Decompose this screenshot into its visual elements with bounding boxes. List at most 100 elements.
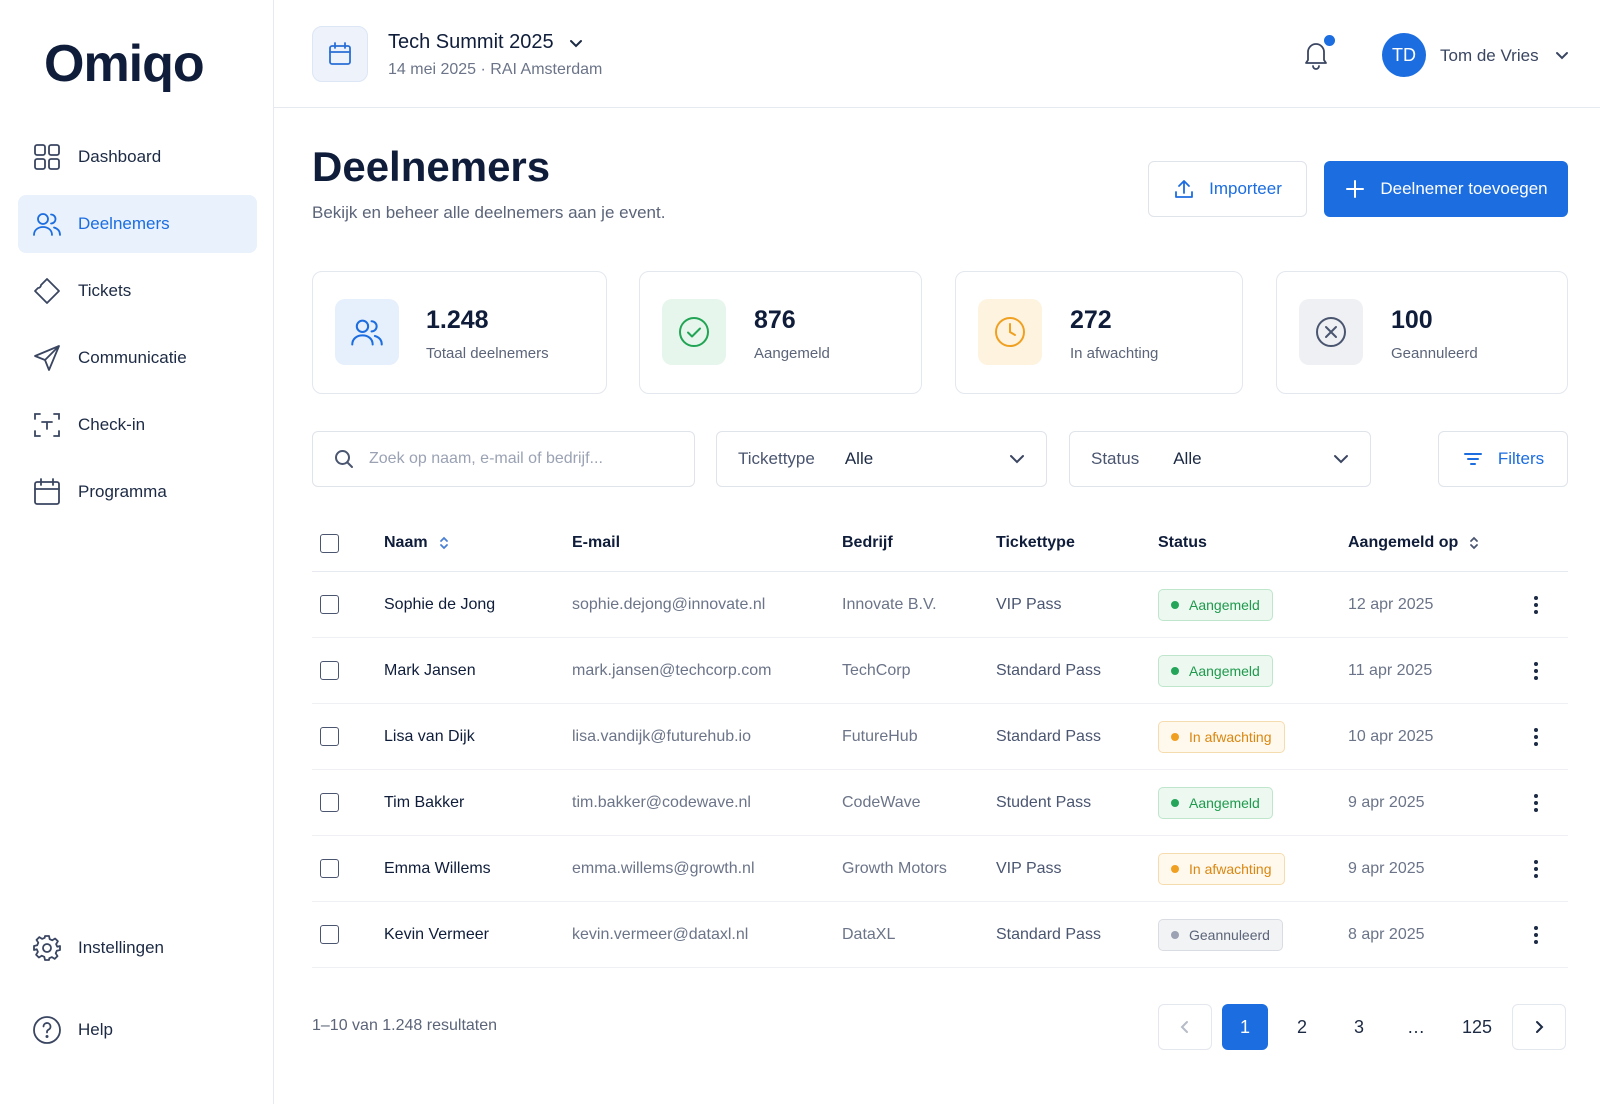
row-select-cell (320, 572, 339, 637)
send-icon (32, 343, 62, 373)
sidebar-item-dashboard[interactable]: Dashboard (18, 128, 257, 186)
filter-icon (1462, 448, 1484, 470)
ticket-type-value: Alle (844, 449, 874, 468)
sidebar-item-communicatie[interactable]: Communicatie (18, 329, 257, 387)
status-text: Aangemeld (1189, 596, 1260, 613)
row-email: sophie.dejong@innovate.nl (572, 595, 766, 613)
upload-icon (1173, 178, 1195, 200)
column-email: E-mail (572, 534, 621, 551)
stat-value: 876 (754, 306, 796, 334)
status-badge: Aangemeld (1158, 588, 1273, 621)
status-dot (1171, 732, 1179, 741)
stat-label: Aangemeld (754, 345, 830, 362)
search-input[interactable] (369, 450, 669, 468)
help-icon (32, 1015, 62, 1045)
row-date: 9 apr 2025 (1348, 793, 1425, 811)
filters-button[interactable]: Filters (1438, 431, 1568, 487)
pagination-page[interactable]: 3 (1339, 1004, 1379, 1050)
status-dot (1171, 666, 1179, 675)
calendar-icon (312, 26, 368, 82)
user-name[interactable]: Tom de Vries (1440, 46, 1539, 66)
row-name: Tim Bakker (384, 793, 465, 811)
ticket-type-select[interactable]: Tickettype Alle (716, 431, 1047, 487)
chevron-down-icon (568, 35, 584, 51)
row-email: mark.jansen@techcorp.com (572, 661, 772, 679)
sidebar: Omiqo Dashboard Deelnemers Tickets Commu… (0, 0, 274, 1104)
select-all-checkbox[interactable] (320, 533, 339, 553)
status-badge: Aangemeld (1158, 654, 1273, 687)
sidebar-item-check-in[interactable]: Check-in (18, 396, 257, 454)
pagination-page[interactable]: 2 (1282, 1004, 1322, 1050)
event-selector[interactable]: Tech Summit 2025 (388, 31, 584, 54)
more-options-icon[interactable] (1524, 638, 1548, 703)
sidebar-item-instellingen[interactable]: Instellingen (18, 919, 257, 977)
logo[interactable]: Omiqo (44, 34, 205, 94)
import-button[interactable]: Importeer (1148, 161, 1307, 217)
sidebar-item-tickets[interactable]: Tickets (18, 262, 257, 320)
table-row[interactable]: Tim Bakker tim.bakker@codewave.nl CodeWa… (312, 770, 1568, 836)
status-text: In afwachting (1189, 728, 1272, 745)
table-row[interactable]: Mark Jansen mark.jansen@techcorp.com Tec… (312, 638, 1568, 704)
status-badge: Aangemeld (1158, 786, 1273, 819)
chevron-down-icon[interactable] (1554, 47, 1570, 63)
table-row[interactable]: Sophie de Jong sophie.dejong@innovate.nl… (312, 572, 1568, 638)
page-subtitle: Bekijk en beheer alle deelnemers aan je … (312, 203, 666, 222)
row-email: emma.willems@growth.nl (572, 859, 755, 877)
row-email: tim.bakker@codewave.nl (572, 793, 751, 811)
sidebar-item-help[interactable]: Help (18, 1001, 257, 1059)
column-header: Aangemeld op (1348, 534, 1459, 551)
row-ticket: Student Pass (996, 793, 1092, 811)
sidebar-item-label: Help (78, 1020, 113, 1039)
clock-icon (978, 299, 1042, 365)
more-options-icon[interactable] (1524, 902, 1548, 967)
row-status: Aangemeld (1158, 638, 1273, 703)
event-subtitle: 14 mei 2025 · RAI Amsterdam (388, 61, 603, 78)
status-text: Geannuleerd (1189, 926, 1270, 943)
row-company: Growth Motors (842, 859, 947, 877)
import-label: Importeer (1209, 179, 1282, 198)
pagination-page[interactable]: 1 (1222, 1004, 1268, 1050)
avatar[interactable]: TD (1382, 33, 1426, 77)
column-header: Naam (384, 534, 428, 551)
table-row[interactable]: Emma Willems emma.willems@growth.nl Grow… (312, 836, 1568, 902)
sidebar-item-deelnemers[interactable]: Deelnemers (18, 195, 257, 253)
row-checkbox[interactable] (320, 595, 339, 614)
pagination-prev-button[interactable] (1158, 1004, 1212, 1050)
sidebar-item-label: Communicatie (78, 348, 187, 367)
table-row[interactable]: Kevin Vermeer kevin.vermeer@dataxl.nl Da… (312, 902, 1568, 968)
pagination-next-button[interactable] (1512, 1004, 1566, 1050)
row-ticket: Standard Pass (996, 661, 1101, 679)
participants-table: Naam E-mail Bedrijf Tickettype Status Aa… (312, 515, 1568, 968)
ticket-icon (32, 276, 62, 306)
table-row[interactable]: Lisa van Dijk lisa.vandijk@futurehub.io … (312, 704, 1568, 770)
more-options-icon[interactable] (1524, 836, 1548, 901)
status-select[interactable]: Status Alle (1069, 431, 1371, 487)
row-checkbox[interactable] (320, 661, 339, 680)
gear-icon (32, 933, 62, 963)
pagination-page[interactable]: 125 (1452, 1004, 1502, 1050)
chevron-left-icon (1178, 1019, 1192, 1035)
column-ticket: Tickettype (996, 534, 1075, 551)
add-participant-button[interactable]: Deelnemer toevoegen (1324, 161, 1568, 217)
sidebar-item-label: Instellingen (78, 938, 165, 957)
row-checkbox[interactable] (320, 925, 339, 944)
row-checkbox[interactable] (320, 859, 339, 878)
row-status: In afwachting (1158, 704, 1285, 769)
more-options-icon[interactable] (1524, 572, 1548, 637)
status-value: Alle (1173, 449, 1202, 468)
row-checkbox[interactable] (320, 727, 339, 746)
more-options-icon[interactable] (1524, 770, 1548, 835)
table-header: Naam E-mail Bedrijf Tickettype Status Aa… (312, 515, 1568, 572)
sidebar-item-programma[interactable]: Programma (18, 463, 257, 521)
row-select-cell (320, 638, 339, 703)
column-company: Bedrijf (842, 534, 893, 551)
more-options-icon[interactable] (1524, 704, 1548, 769)
row-checkbox[interactable] (320, 793, 339, 812)
row-ticket: VIP Pass (996, 595, 1062, 613)
column-name[interactable]: Naam (384, 515, 450, 571)
column-date[interactable]: Aangemeld op (1348, 515, 1480, 571)
row-status: Geannuleerd (1158, 902, 1283, 967)
row-select-cell (320, 770, 339, 835)
status-text: Aangemeld (1189, 662, 1260, 679)
row-email: lisa.vandijk@futurehub.io (572, 727, 752, 745)
